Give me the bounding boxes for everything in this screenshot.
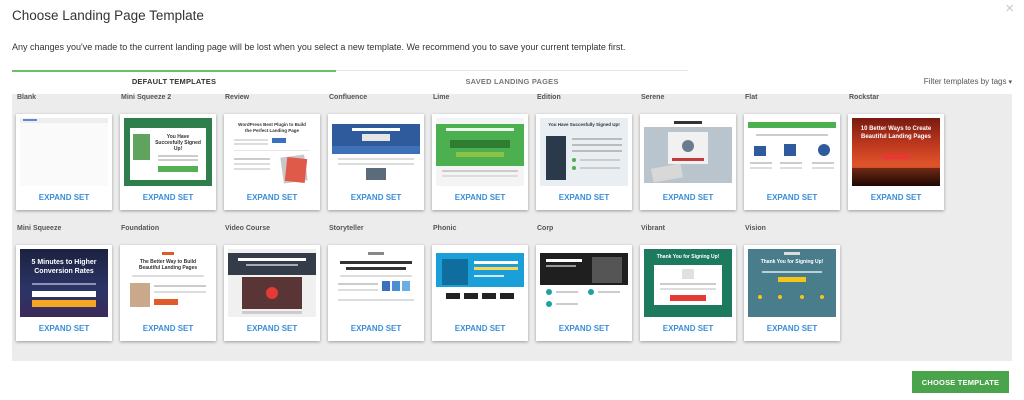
thumbnail-heading: 10 Better Ways to Create Beautiful Landi… xyxy=(860,126,932,140)
template-name: Rockstar xyxy=(849,94,879,101)
template-card[interactable]: EXPAND SET xyxy=(328,245,424,341)
expand-set-link[interactable]: EXPAND SET xyxy=(744,193,840,202)
tab-default-templates[interactable]: DEFAULT TEMPLATES xyxy=(12,70,336,94)
expand-set-link[interactable]: EXPAND SET xyxy=(640,193,736,202)
template-name: Corp xyxy=(537,225,554,232)
template-thumbnail: You Have Succesfully Signed Up! xyxy=(540,118,628,186)
template-card[interactable]: EXPAND SET xyxy=(744,114,840,210)
expand-set-link[interactable]: EXPAND SET xyxy=(224,193,320,202)
template-thumbnail xyxy=(332,118,420,186)
expand-set-link[interactable]: EXPAND SET xyxy=(120,324,216,333)
template-thumbnail: You Have Succesfully Signed Up! xyxy=(124,118,212,186)
expand-set-link[interactable]: EXPAND SET xyxy=(536,324,632,333)
expand-set-link[interactable]: EXPAND SET xyxy=(432,324,528,333)
template-thumbnail: The Better Way to Build Beautiful Landin… xyxy=(124,249,212,317)
thumbnail-heading: You Have Succesfully Signed Up! xyxy=(548,122,620,127)
expand-set-link[interactable]: EXPAND SET xyxy=(848,193,944,202)
template-name: Phonic xyxy=(433,225,457,232)
template-thumbnail xyxy=(540,249,628,317)
template-thumbnail: 5 Minutes to Higher Conversion Rates xyxy=(20,249,108,317)
chevron-down-icon: ▾ xyxy=(1008,79,1012,86)
template-thumbnail xyxy=(436,249,524,317)
template-card[interactable]: Thank You for Signing Up! EXPAND SET xyxy=(640,245,736,341)
template-name: Edition xyxy=(537,94,561,101)
tab-saved-landing-pages[interactable]: SAVED LANDING PAGES xyxy=(336,70,688,94)
template-card[interactable]: EXPAND SET xyxy=(536,245,632,341)
templates-grid: Blank EXPAND SET Mini Squeeze 2 You Have… xyxy=(12,94,1012,361)
template-card[interactable]: 5 Minutes to Higher Conversion Rates EXP… xyxy=(16,245,112,341)
thumbnail-heading: You Have Succesfully Signed Up! xyxy=(155,134,201,152)
template-card[interactable]: EXPAND SET xyxy=(224,245,320,341)
template-card[interactable]: You Have Succesfully Signed Up! EXPAND S… xyxy=(120,114,216,210)
template-thumbnail: Thank You for Signing Up! xyxy=(644,249,732,317)
thumbnail-heading: WordPress Best Plugin to Build the Perfe… xyxy=(238,122,306,133)
template-thumbnail xyxy=(436,118,524,186)
choose-template-button[interactable]: CHOOSE TEMPLATE xyxy=(912,371,1009,393)
template-name: Mini Squeeze 2 xyxy=(121,94,172,101)
dialog-title: Choose Landing Page Template xyxy=(12,8,204,23)
template-card[interactable]: 10 Better Ways to Create Beautiful Landi… xyxy=(848,114,944,210)
template-name: Vibrant xyxy=(641,225,665,232)
template-name: Foundation xyxy=(121,225,160,232)
template-card[interactable]: EXPAND SET xyxy=(640,114,736,210)
filter-tags-dropdown[interactable]: Filter templates by tags ▾ xyxy=(924,70,1012,94)
thumbnail-heading: 5 Minutes to Higher Conversion Rates xyxy=(31,259,97,275)
template-card[interactable]: EXPAND SET xyxy=(432,114,528,210)
template-thumbnail xyxy=(332,249,420,317)
choose-template-dialog: Choose Landing Page Template × Any chang… xyxy=(0,0,1024,400)
template-card[interactable]: EXPAND SET xyxy=(16,114,112,210)
template-thumbnail: WordPress Best Plugin to Build the Perfe… xyxy=(228,118,316,186)
template-thumbnail xyxy=(20,118,108,186)
expand-set-link[interactable]: EXPAND SET xyxy=(328,193,424,202)
expand-set-link[interactable]: EXPAND SET xyxy=(120,193,216,202)
template-name: Lime xyxy=(433,94,450,101)
template-name: Storyteller xyxy=(329,225,364,232)
template-name: Confluence xyxy=(329,94,368,101)
thumbnail-heading: The Better Way to Build Beautiful Landin… xyxy=(138,259,198,271)
dialog-description: Any changes you've made to the current l… xyxy=(12,42,626,52)
template-name: Video Course xyxy=(225,225,270,232)
template-thumbnail xyxy=(644,118,732,186)
thumbnail-heading: Thank You for Signing Up! xyxy=(760,259,824,265)
expand-set-link[interactable]: EXPAND SET xyxy=(536,193,632,202)
expand-set-link[interactable]: EXPAND SET xyxy=(432,193,528,202)
expand-set-link[interactable]: EXPAND SET xyxy=(16,193,112,202)
close-icon[interactable]: × xyxy=(1005,1,1014,16)
template-thumbnail: 10 Better Ways to Create Beautiful Landi… xyxy=(852,118,940,186)
template-card[interactable]: EXPAND SET xyxy=(328,114,424,210)
template-card[interactable]: WordPress Best Plugin to Build the Perfe… xyxy=(224,114,320,210)
template-name: Mini Squeeze xyxy=(17,225,62,232)
template-card[interactable]: Thank You for Signing Up! EXPAND SET xyxy=(744,245,840,341)
template-thumbnail xyxy=(748,118,836,186)
template-name: Review xyxy=(225,94,250,101)
expand-set-link[interactable]: EXPAND SET xyxy=(640,324,736,333)
template-card[interactable]: The Better Way to Build Beautiful Landin… xyxy=(120,245,216,341)
template-card[interactable]: You Have Succesfully Signed Up! EXPAND S… xyxy=(536,114,632,210)
template-thumbnail xyxy=(228,249,316,317)
template-thumbnail: Thank You for Signing Up! xyxy=(748,249,836,317)
filter-label: Filter templates by tags xyxy=(923,77,1007,86)
expand-set-link[interactable]: EXPAND SET xyxy=(224,324,320,333)
template-name: Vision xyxy=(745,225,766,232)
expand-set-link[interactable]: EXPAND SET xyxy=(16,324,112,333)
template-tabs: DEFAULT TEMPLATES SAVED LANDING PAGES Fi… xyxy=(12,70,1012,94)
template-name: Blank xyxy=(17,94,37,101)
template-name: Serene xyxy=(641,94,665,101)
template-card[interactable]: EXPAND SET xyxy=(432,245,528,341)
expand-set-link[interactable]: EXPAND SET xyxy=(328,324,424,333)
thumbnail-heading: Thank You for Signing Up! xyxy=(656,254,720,260)
expand-set-link[interactable]: EXPAND SET xyxy=(744,324,840,333)
template-name: Flat xyxy=(745,94,758,101)
